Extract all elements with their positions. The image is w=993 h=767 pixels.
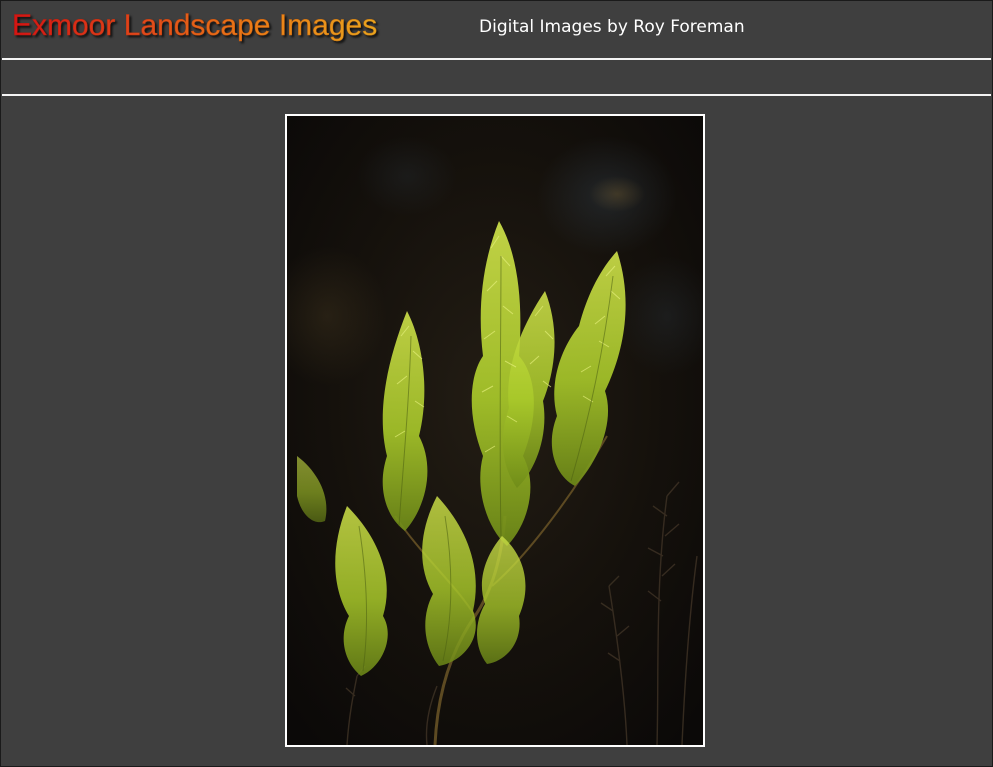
header-divider-bottom (2, 94, 991, 96)
featured-photo[interactable] (285, 114, 705, 747)
navigation-bar (2, 60, 991, 94)
heather-sprig-photo (287, 116, 703, 745)
site-subtitle: Digital Images by Roy Foreman (479, 17, 745, 37)
site-title: Exmoor Landscape Images (12, 9, 378, 42)
site-header: Exmoor Landscape Images Digital Images b… (0, 0, 993, 58)
